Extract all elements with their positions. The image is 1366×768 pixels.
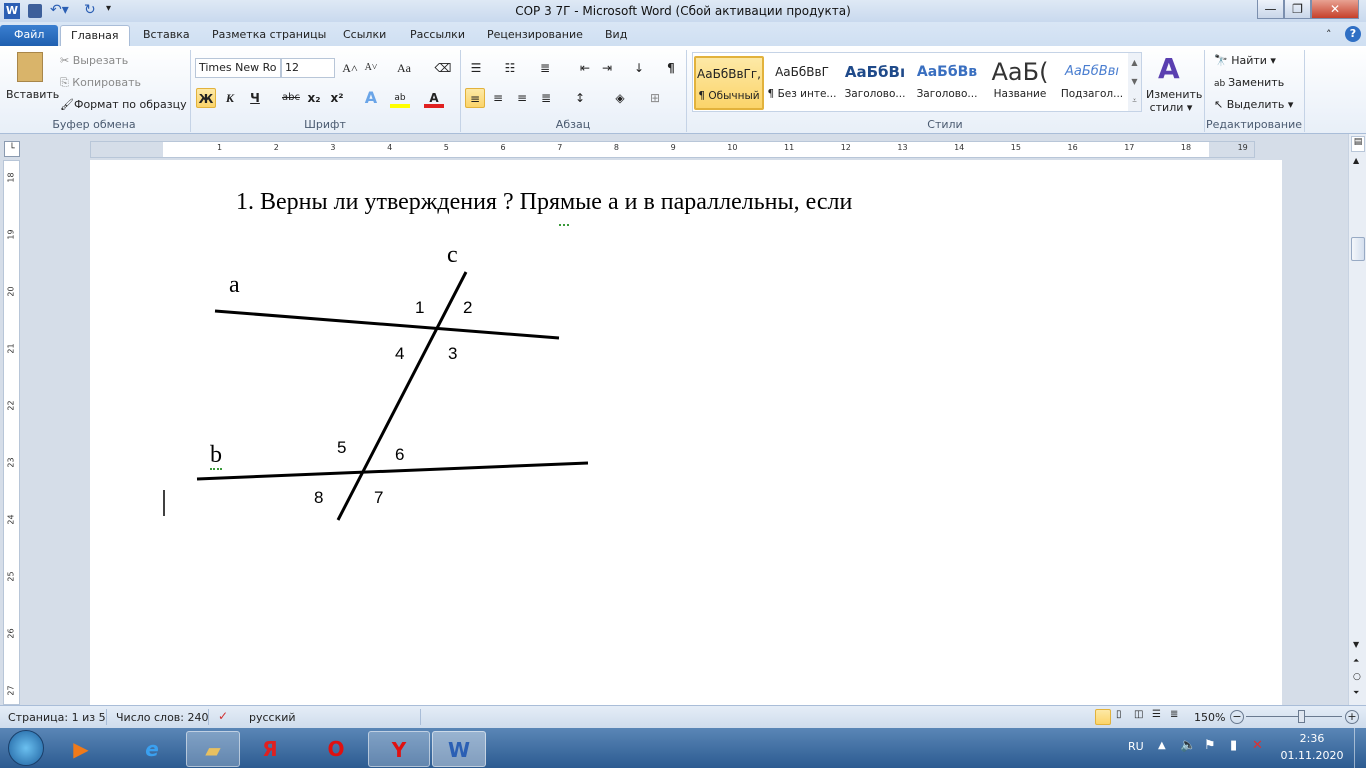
language-bar[interactable]: RU [1128, 740, 1144, 753]
previous-page-icon[interactable]: ⏶ [1353, 656, 1359, 666]
explorer-icon[interactable]: ▰ [186, 731, 240, 767]
print-layout-view-icon[interactable] [1095, 709, 1111, 725]
language-indicator[interactable]: русский [249, 711, 296, 724]
word-taskbar-icon[interactable]: W [432, 731, 486, 767]
web-layout-view-icon[interactable]: ◫ [1134, 709, 1143, 720]
label-c: c [447, 242, 458, 268]
angle-2: 2 [463, 298, 473, 317]
proofing-icon[interactable]: ✓ [218, 709, 228, 723]
volume-icon[interactable]: 🔈 [1180, 738, 1196, 753]
word-count[interactable]: Число слов: 240 [116, 711, 209, 724]
angle-7: 7 [374, 488, 384, 507]
show-hidden-icons[interactable]: ▲ [1158, 740, 1166, 751]
status-bar: Страница: 1 из 5 Число слов: 240 ✓ русск… [0, 705, 1366, 728]
angle-1: 1 [415, 298, 425, 317]
zoom-in-button[interactable]: + [1345, 710, 1359, 724]
angle-3: 3 [448, 344, 458, 363]
battery-icon[interactable]: ▮ [1230, 738, 1237, 753]
full-screen-view-icon[interactable]: ▯ [1116, 709, 1122, 720]
internet-explorer-icon[interactable]: e [122, 731, 182, 767]
yandex-browser-icon[interactable]: Y [368, 731, 430, 767]
opera-icon[interactable]: O [306, 731, 366, 767]
zoom-level[interactable]: 150% [1194, 711, 1225, 724]
action-center-flag-icon[interactable]: ⚑ [1204, 738, 1216, 753]
ruler-toggle-icon[interactable]: ▤ [1351, 136, 1365, 152]
label-a: a [229, 272, 240, 298]
line-c-transversal [336, 271, 468, 521]
angle-4: 4 [395, 344, 405, 363]
outline-view-icon[interactable]: ☰ [1152, 709, 1161, 720]
label-b: b [210, 442, 222, 470]
page-count[interactable]: Страница: 1 из 5 [8, 711, 106, 724]
scroll-down-arrow[interactable]: ▼ [1353, 640, 1359, 649]
media-player-icon[interactable]: ▶ [56, 731, 106, 767]
angle-6: 6 [395, 445, 405, 464]
browse-object-icon[interactable]: ○ [1353, 672, 1361, 682]
scroll-up-arrow[interactable]: ▲ [1353, 156, 1359, 165]
zoom-out-button[interactable]: − [1230, 710, 1244, 724]
next-page-icon[interactable]: ⏷ [1353, 688, 1359, 698]
clock-date[interactable]: 01.11.2020 [1280, 749, 1344, 762]
line-a [214, 309, 560, 340]
angle-8: 8 [314, 488, 324, 507]
scroll-thumb[interactable] [1351, 237, 1365, 261]
show-desktop-button[interactable] [1354, 728, 1366, 768]
line-b [196, 461, 589, 481]
yandex-icon[interactable]: Я [246, 731, 294, 767]
network-disconnected-icon[interactable]: ✕ [1252, 738, 1263, 753]
clock-time[interactable]: 2:36 [1280, 732, 1344, 745]
zoom-slider-thumb[interactable] [1298, 710, 1305, 723]
draft-view-icon[interactable]: ≣ [1170, 709, 1178, 720]
zoom-slider[interactable] [1246, 716, 1342, 717]
parallel-lines-diagram [163, 271, 589, 521]
taskbar: ▶ e ▰ Я O Y W RU ▲ 🔈 ⚑ ▮ ✕ 2:36 01.11.20… [0, 728, 1366, 768]
angle-5: 5 [337, 438, 347, 457]
vertical-scrollbar[interactable]: ▤ ▲ ▼ ⏶ ○ ⏷ [1348, 134, 1366, 705]
start-button[interactable] [8, 730, 44, 766]
